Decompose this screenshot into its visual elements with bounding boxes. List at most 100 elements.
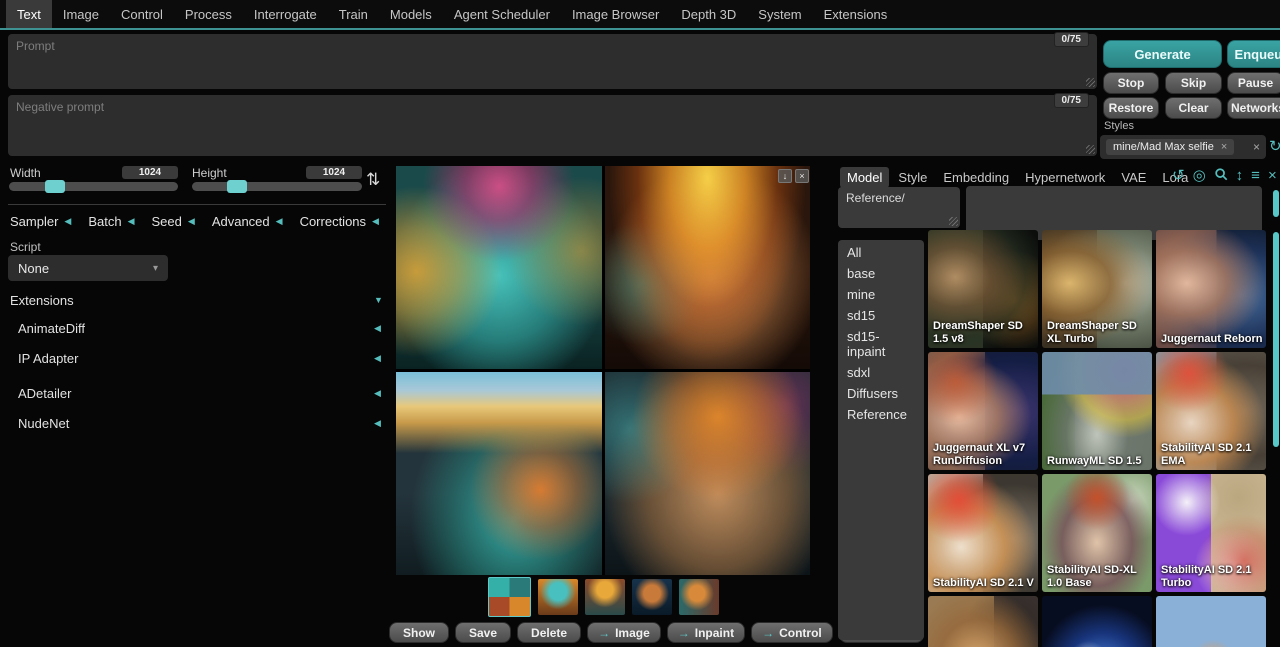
send-to-inpaint-button[interactable]: →Inpaint: [667, 622, 745, 643]
extension-nudenet[interactable]: NudeNet: [18, 416, 69, 431]
networks-tab-style[interactable]: Style: [891, 167, 934, 188]
extension-ip-adapter[interactable]: IP Adapter: [18, 351, 78, 366]
clear-button[interactable]: Clear: [1165, 97, 1222, 119]
folder-sd15[interactable]: sd15: [838, 305, 924, 326]
scrollbar-thumb-cards[interactable]: [1273, 232, 1279, 447]
prompt-resize-handle[interactable]: [1086, 78, 1095, 87]
send-to-image-button[interactable]: →Image: [587, 622, 661, 643]
folder-sd15-inpaint[interactable]: sd15-inpaint: [838, 326, 924, 362]
delete-button[interactable]: Delete: [517, 622, 581, 643]
thumbnail-4[interactable]: [679, 579, 719, 615]
tab-extensions[interactable]: Extensions: [813, 0, 899, 28]
sort-updown-icon[interactable]: ↕: [1236, 168, 1244, 183]
tab-control[interactable]: Control: [110, 0, 174, 28]
extensions-header[interactable]: Extensions: [10, 293, 74, 308]
chevron-left-icon[interactable]: ◀: [374, 323, 381, 334]
model-card-stabilityai-sdxl-base[interactable]: StabilityAI SD-XL 1.0 Base: [1042, 474, 1152, 592]
show-button[interactable]: Show: [389, 622, 449, 643]
networks-tab-embedding[interactable]: Embedding: [936, 167, 1016, 188]
accordion-advanced[interactable]: Advanced◀: [212, 214, 283, 229]
networks-tab-model[interactable]: Model: [840, 167, 889, 188]
networks-tab-hypernetwork[interactable]: Hypernetwork: [1018, 167, 1112, 188]
thumbnail-1[interactable]: [538, 579, 578, 615]
networks-tab-vae[interactable]: VAE: [1114, 167, 1153, 188]
height-slider[interactable]: [192, 182, 362, 191]
folder-base[interactable]: base: [838, 263, 924, 284]
accordion-sampler[interactable]: Sampler◀: [10, 214, 71, 229]
thumbnail-3[interactable]: [632, 579, 672, 615]
tab-text[interactable]: Text: [6, 0, 52, 28]
swap-dimensions-icon[interactable]: ⇅: [366, 170, 380, 190]
width-slider-thumb[interactable]: [45, 180, 65, 193]
scrollbar-thumb-top[interactable]: [1273, 190, 1279, 217]
tab-depth-3d[interactable]: Depth 3D: [670, 0, 747, 28]
tab-agent-scheduler[interactable]: Agent Scheduler: [443, 0, 561, 28]
enqueue-button[interactable]: Enqueue: [1227, 40, 1280, 68]
folder-sdxl[interactable]: sdxl: [838, 362, 924, 383]
model-card-partial-2[interactable]: [1042, 596, 1152, 647]
chevron-left-icon[interactable]: ◀: [374, 388, 381, 399]
styles-refresh-icon[interactable]: ↻: [1269, 137, 1280, 155]
chevron-left-icon[interactable]: ◀: [374, 418, 381, 429]
width-value[interactable]: 1024: [122, 166, 178, 179]
folder-mine[interactable]: mine: [838, 284, 924, 305]
tab-image-browser[interactable]: Image Browser: [561, 0, 670, 28]
styles-input[interactable]: mine/Mad Max selfie × ×: [1100, 135, 1266, 159]
stop-button[interactable]: Stop: [1103, 72, 1159, 94]
negative-resize-handle[interactable]: [1086, 145, 1095, 154]
folder-reference[interactable]: Reference: [838, 404, 924, 425]
refresh-icon[interactable]: ↺: [1172, 168, 1185, 183]
send-to-control-button[interactable]: →Control: [751, 622, 833, 643]
script-dropdown[interactable]: None ▾: [8, 255, 168, 281]
download-image-icon[interactable]: ↓: [778, 169, 792, 183]
chevron-down-icon[interactable]: ▼: [374, 295, 383, 305]
chevron-left-icon[interactable]: ◀: [374, 353, 381, 364]
folder-all[interactable]: All: [838, 242, 924, 263]
folder-diffusers[interactable]: Diffusers: [838, 383, 924, 404]
model-card-dreamshaper-sd15[interactable]: DreamShaper SD 1.5 v8: [928, 230, 1038, 348]
model-card-partial-1[interactable]: [928, 596, 1038, 647]
view-options-icon[interactable]: ≡: [1251, 168, 1260, 183]
style-tag-remove-icon[interactable]: ×: [1221, 141, 1227, 153]
styles-clear-icon[interactable]: ×: [1253, 140, 1260, 154]
thumbnail-grid-selected[interactable]: [488, 577, 531, 617]
model-card-juggernaut-reborn[interactable]: Juggernaut Reborn: [1156, 230, 1266, 348]
extension-adetailer[interactable]: ADetailer: [18, 386, 71, 401]
search-resize-handle[interactable]: [949, 217, 958, 226]
model-card-stabilityai-sd21-turbo[interactable]: StabilityAI SD 2.1 Turbo: [1156, 474, 1266, 592]
restore-button[interactable]: Restore: [1103, 97, 1159, 119]
skip-button[interactable]: Skip: [1165, 72, 1222, 94]
accordion-batch[interactable]: Batch◀: [88, 214, 134, 229]
generated-image-4[interactable]: [605, 372, 811, 575]
negative-prompt-textarea[interactable]: Negative prompt 0/75: [8, 95, 1097, 156]
model-card-stabilityai-sd21-ema[interactable]: StabilityAI SD 2.1 EMA: [1156, 352, 1266, 470]
search-icon[interactable]: [1214, 167, 1228, 184]
close-viewer-icon[interactable]: ×: [795, 169, 809, 183]
generated-image-3[interactable]: [396, 372, 602, 575]
thumbnail-2[interactable]: [585, 579, 625, 615]
tab-image[interactable]: Image: [52, 0, 110, 28]
save-button[interactable]: Save: [455, 622, 511, 643]
accordion-seed[interactable]: Seed◀: [152, 214, 195, 229]
networks-button[interactable]: Networks: [1227, 97, 1280, 119]
generate-button[interactable]: Generate: [1103, 40, 1222, 68]
tab-system[interactable]: System: [747, 0, 812, 28]
extension-animatediff[interactable]: AnimateDiff: [18, 321, 85, 336]
model-card-stabilityai-sd21-v[interactable]: StabilityAI SD 2.1 V: [928, 474, 1038, 592]
prompt-textarea[interactable]: Prompt 0/75: [8, 34, 1097, 89]
tab-train[interactable]: Train: [328, 0, 379, 28]
height-value[interactable]: 1024: [306, 166, 362, 179]
pause-button[interactable]: Pause: [1227, 72, 1280, 94]
model-card-partial-3[interactable]: [1156, 596, 1266, 647]
target-icon[interactable]: ◎: [1193, 168, 1206, 183]
networks-search-input[interactable]: Reference/: [838, 187, 960, 228]
width-slider[interactable]: [9, 182, 178, 191]
generated-image-1[interactable]: [396, 166, 602, 369]
tab-models[interactable]: Models: [379, 0, 443, 28]
generated-image-2[interactable]: [605, 166, 811, 369]
model-card-runwayml-sd15[interactable]: RunwayML SD 1.5: [1042, 352, 1152, 470]
accordion-corrections[interactable]: Corrections◀: [300, 214, 379, 229]
model-card-dreamshaper-sdxl-turbo[interactable]: DreamShaper SD XL Turbo: [1042, 230, 1152, 348]
generated-image-viewer[interactable]: [396, 166, 810, 575]
model-card-juggernaut-xl-v7[interactable]: Juggernaut XL v7 RunDiffusion: [928, 352, 1038, 470]
